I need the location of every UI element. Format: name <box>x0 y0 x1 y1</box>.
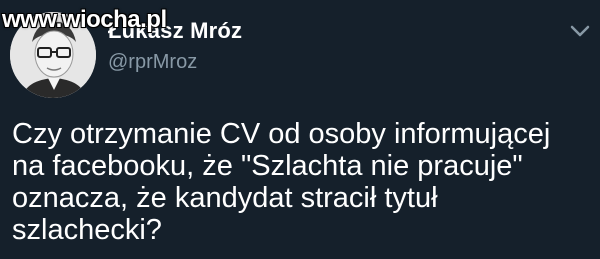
tweet-text: Czy otrzymanie CV od osoby informującej … <box>12 118 551 246</box>
watermark: www.wiocha.pl <box>2 6 167 33</box>
tweet-menu-button[interactable] <box>570 24 590 38</box>
chevron-down-icon <box>570 25 590 37</box>
tweet-card: Łukasz Mróz @rprMroz www.wiocha.pl Czy o… <box>0 0 600 259</box>
author-handle[interactable]: @rprMroz <box>108 51 197 74</box>
